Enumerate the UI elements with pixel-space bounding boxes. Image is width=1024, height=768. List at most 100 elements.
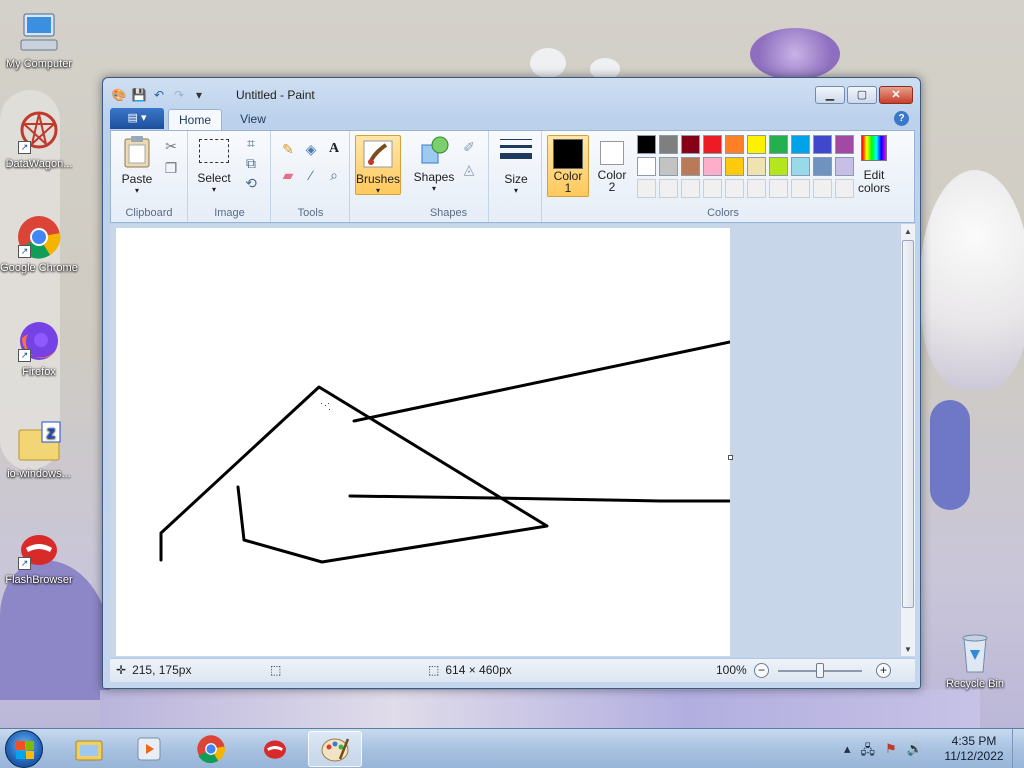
minimize-button[interactable]: ▁ <box>815 86 845 104</box>
paste-button[interactable]: Paste ▾ <box>115 135 159 195</box>
select-button[interactable]: Select ▾ <box>193 135 235 194</box>
network-icon[interactable]: 🖧 <box>861 741 876 763</box>
windows-logo-icon <box>16 741 34 759</box>
palette-swatch[interactable] <box>813 157 832 176</box>
palette-swatch[interactable] <box>659 157 678 176</box>
palette-swatch[interactable] <box>681 157 700 176</box>
volume-icon[interactable]: 🔊 <box>907 741 923 763</box>
scroll-down-icon[interactable]: ▼ <box>903 645 913 654</box>
desktop-icon-datawagon[interactable]: ↗ DataWagon... <box>0 110 78 171</box>
shapes-button[interactable]: Shapes ▾ <box>411 135 457 193</box>
selection-icon: ⬚ <box>270 663 282 677</box>
zoom-out-button[interactable]: − <box>754 663 769 678</box>
canvas-resize-handle[interactable] <box>728 455 733 460</box>
clock-time: 4:35 PM <box>951 734 997 748</box>
palette-swatch[interactable] <box>769 157 788 176</box>
custom-color-slot[interactable] <box>747 179 766 198</box>
undo-icon[interactable]: ↶ <box>151 87 167 103</box>
scroll-thumb[interactable] <box>902 240 914 608</box>
zoom-in-button[interactable]: + <box>876 663 891 678</box>
action-center-icon[interactable]: ⚑ <box>885 741 897 763</box>
desktop-icon-my-computer[interactable]: My Computer <box>0 10 78 71</box>
desktop-icon-flashbrowser[interactable]: ↗ FlashBrowser <box>0 526 78 587</box>
crop-icon[interactable]: ⌗ <box>241 133 261 153</box>
color1-button[interactable]: Color 1 <box>547 135 589 197</box>
taskbar-chrome[interactable] <box>184 731 238 767</box>
paint-menu-button[interactable]: ▤ ▾ <box>110 108 164 129</box>
palette-swatch[interactable] <box>725 157 744 176</box>
stroke-triangle <box>159 385 549 564</box>
brush-icon <box>356 139 400 172</box>
custom-color-slot[interactable] <box>769 179 788 198</box>
edit-colors-button[interactable]: Edit colors <box>849 135 899 195</box>
title-bar[interactable]: 🎨 💾 ↶ ↷ ▾ Untitled - Paint ▁ ▢ ✕ <box>103 78 920 108</box>
custom-color-slot[interactable] <box>659 179 678 198</box>
customize-qat-icon[interactable]: ▾ <box>191 87 207 103</box>
custom-color-slot[interactable] <box>703 179 722 198</box>
taskbar-media-player[interactable] <box>122 731 176 767</box>
taskbar-explorer[interactable] <box>62 731 116 767</box>
palette-swatch[interactable] <box>681 135 700 154</box>
custom-color-slot[interactable] <box>725 179 744 198</box>
help-icon[interactable]: ? <box>894 111 909 126</box>
palette-swatch[interactable] <box>703 157 722 176</box>
vertical-scrollbar[interactable]: ▲ ▼ <box>900 224 915 656</box>
chevron-down-icon: ▾ <box>211 185 216 194</box>
scroll-up-icon[interactable]: ▲ <box>903 227 913 236</box>
palette-swatch[interactable] <box>637 135 656 154</box>
ribbon-tabs: ▤ ▾ Home View ? <box>110 108 913 130</box>
custom-color-slot[interactable] <box>791 179 810 198</box>
tab-view[interactable]: View <box>230 109 276 130</box>
desktop-icon-firefox[interactable]: ↗ Firefox <box>0 318 78 379</box>
zoom-level: 100% <box>716 663 747 677</box>
zoom-slider-thumb[interactable] <box>816 663 824 678</box>
drawing-canvas[interactable] <box>116 228 733 656</box>
maximize-button[interactable]: ▢ <box>847 86 877 104</box>
paint-window[interactable]: 🎨 💾 ↶ ↷ ▾ Untitled - Paint ▁ ▢ ✕ ▤ ▾ Hom… <box>102 77 921 689</box>
shape-fill-icon[interactable]: ◬ <box>459 159 479 179</box>
color2-button[interactable]: Color 2 <box>591 135 633 197</box>
palette-swatch[interactable] <box>659 135 678 154</box>
desktop-icon-recycle-bin[interactable]: Recycle Bin <box>936 630 1014 691</box>
cut-icon[interactable]: ✂ <box>161 136 181 156</box>
outline-icon[interactable]: ✐ <box>459 137 479 157</box>
palette-swatch[interactable] <box>791 135 810 154</box>
palette-swatch[interactable] <box>725 135 744 154</box>
status-bar: ✛ 215, 175px ⬚ ⬚ 614 × 460px 100% − + <box>110 658 915 682</box>
palette-swatch[interactable] <box>747 157 766 176</box>
rotate-icon[interactable]: ⟲ <box>241 173 261 193</box>
custom-color-slot[interactable] <box>637 179 656 198</box>
show-hidden-icons-icon[interactable]: ▴ <box>844 741 851 763</box>
color-picker-icon[interactable]: ⁄ <box>301 165 321 185</box>
start-button[interactable] <box>5 730 43 768</box>
copy-icon[interactable]: ❐ <box>161 158 181 178</box>
paint-app-icon: 🎨 <box>111 88 127 102</box>
desktop-icon-chrome[interactable]: ↗ Google Chrome <box>0 214 78 275</box>
clock[interactable]: 4:35 PM 11/12/2022 <box>938 734 1010 764</box>
fill-icon[interactable]: ◈ <box>301 139 321 159</box>
palette-swatch[interactable] <box>747 135 766 154</box>
resize-icon[interactable]: ⧉ <box>241 153 261 173</box>
taskbar-paint[interactable] <box>308 731 362 767</box>
show-desktop-button[interactable] <box>1012 729 1024 768</box>
redo-icon[interactable]: ↷ <box>171 87 187 103</box>
desktop-icon-io-windows[interactable]: Z io-windows... <box>0 420 78 481</box>
custom-color-slot[interactable] <box>681 179 700 198</box>
size-button[interactable]: Size ▾ <box>494 137 538 195</box>
pencil-icon[interactable]: ✎ <box>278 139 298 159</box>
drawing-strokes <box>159 340 732 564</box>
magnifier-icon[interactable]: ⌕ <box>324 165 344 185</box>
tab-home[interactable]: Home <box>168 109 222 130</box>
custom-color-slot[interactable] <box>813 179 832 198</box>
palette-swatch[interactable] <box>703 135 722 154</box>
palette-swatch[interactable] <box>791 157 810 176</box>
close-button[interactable]: ✕ <box>879 86 913 104</box>
brushes-button[interactable]: Brushes ▾ <box>355 135 401 195</box>
text-icon[interactable]: A <box>324 139 344 159</box>
save-icon[interactable]: 💾 <box>131 87 147 103</box>
palette-swatch[interactable] <box>769 135 788 154</box>
palette-swatch[interactable] <box>637 157 656 176</box>
taskbar-flashbrowser[interactable] <box>248 731 302 767</box>
palette-swatch[interactable] <box>813 135 832 154</box>
eraser-icon[interactable]: ▰ <box>278 165 298 185</box>
